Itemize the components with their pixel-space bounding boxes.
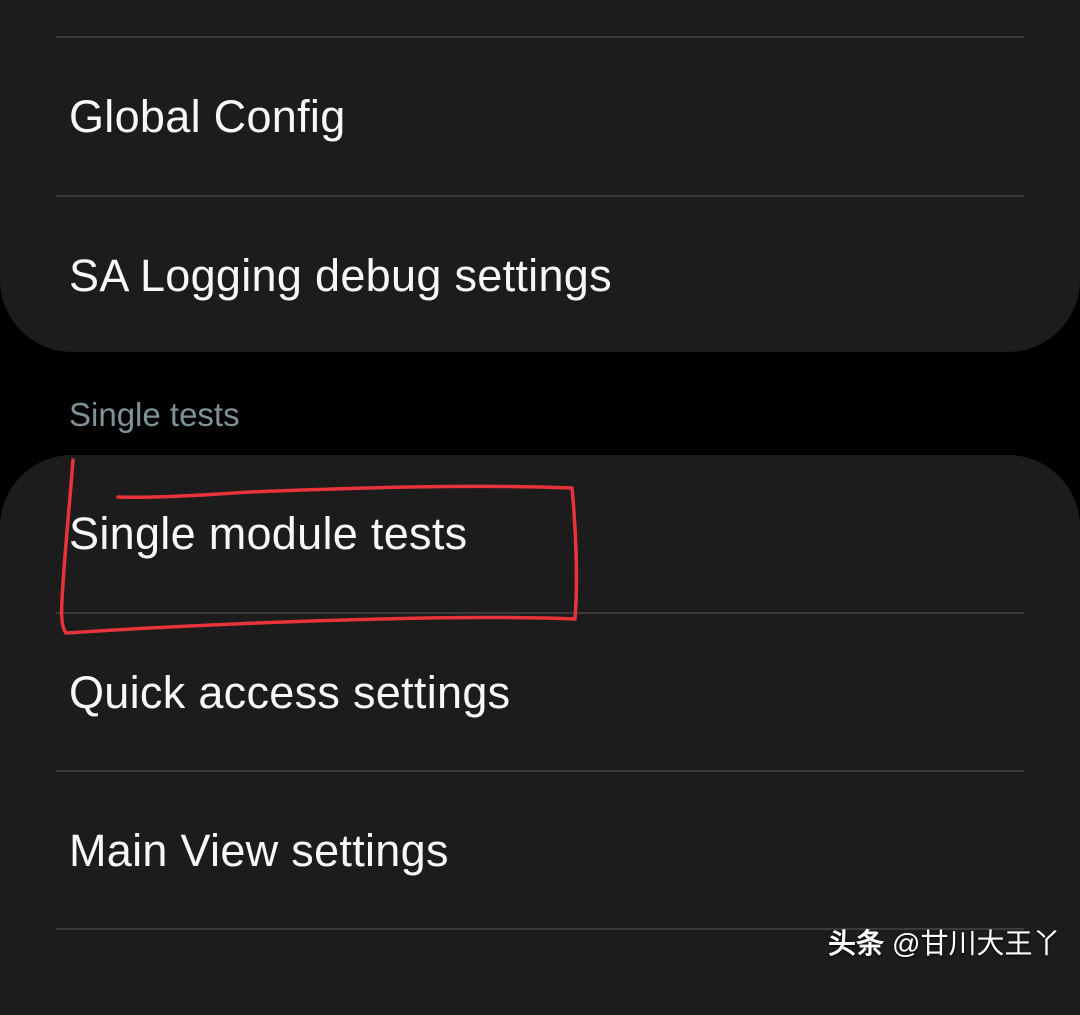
settings-item-label: Quick access settings (69, 667, 511, 718)
settings-item-label: Single module tests (69, 508, 468, 559)
section-header-single-tests: Single tests (69, 396, 240, 433)
settings-item-label: SA Logging debug settings (69, 250, 612, 301)
settings-item-quick-access[interactable]: Quick access settings (0, 614, 1080, 772)
settings-item-label: Global Config (69, 91, 346, 142)
settings-item-single-module-tests[interactable]: Single module tests (0, 455, 1080, 613)
settings-card-top: Global Config SA Logging debug settings (0, 0, 1080, 352)
watermark: 头条 @甘川大王丫 (828, 922, 1060, 962)
settings-item-main-view[interactable]: Main View settings (0, 772, 1080, 930)
settings-item-global-config[interactable]: Global Config (0, 38, 1080, 196)
settings-item-sa-logging-debug[interactable]: SA Logging debug settings (0, 197, 1080, 355)
settings-item-label: Main View settings (69, 825, 449, 876)
watermark-handle: @甘川大王丫 (892, 928, 1061, 959)
watermark-brand: 头条 (828, 928, 885, 959)
